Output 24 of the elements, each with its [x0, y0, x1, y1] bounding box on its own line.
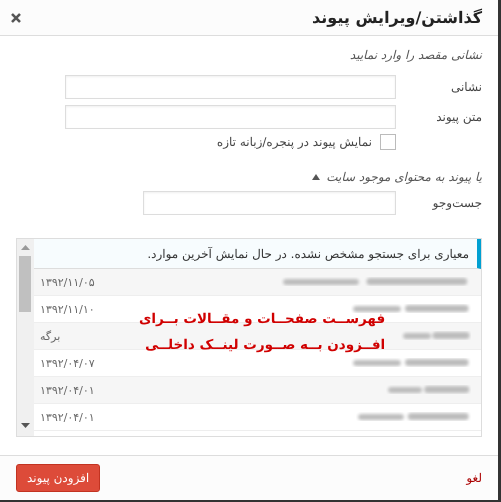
new-tab-checkbox[interactable]	[380, 134, 396, 150]
search-field[interactable]	[143, 191, 396, 215]
existing-content-toggle[interactable]: یا پیوند به محتوای موجود سایت	[312, 170, 482, 184]
triangle-icon	[312, 174, 320, 180]
result-item[interactable]: ۱۳۹۲/۱۱/۰۵	[34, 269, 481, 296]
add-link-button[interactable]: افزودن پیوند	[16, 464, 100, 492]
scrollbar-thumb[interactable]	[19, 256, 31, 312]
result-item[interactable]: ۱۳۹۲/۰۴/۰۱	[34, 377, 481, 404]
blurred-title-drawing	[401, 330, 471, 342]
input-field[interactable]	[65, 105, 396, 129]
scroll-up-icon[interactable]	[21, 245, 30, 250]
field-label: نشانی	[450, 80, 482, 94]
cancel-link[interactable]: لغو	[466, 471, 482, 485]
field-label: متن پیوند	[435, 110, 482, 124]
input-field[interactable]	[65, 75, 396, 99]
scroll-down-icon[interactable]	[21, 423, 30, 428]
notice-text: معیاری برای جستجو مشخص نشده. در حال نمایش آخرین موارد.	[34, 239, 481, 269]
search-label: جست‌وجو	[431, 196, 482, 210]
close-button[interactable]	[10, 12, 22, 24]
checkbox-label: نمایش پیوند در پنجره/زبانه تازه	[216, 135, 372, 149]
intro-text: نشانی مقصد را وارد نمایید	[348, 48, 482, 62]
annotation-text: افــزودن بــه صــورت لینــک داخلــی	[144, 337, 386, 353]
dialog-title: گذاشتن/ویرایش پیوند	[312, 8, 482, 27]
scrollbar[interactable]	[17, 239, 34, 436]
